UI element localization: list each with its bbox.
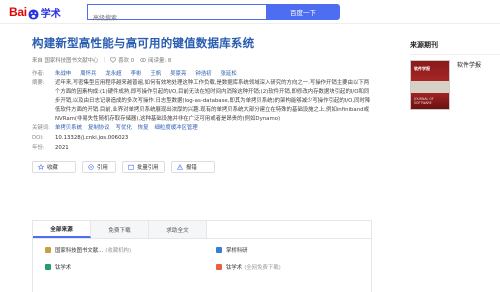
sidebar-divider xyxy=(410,54,500,55)
source-name: 掌桥科研 xyxy=(226,248,248,254)
keywords-label: 关键词: xyxy=(32,125,50,131)
author-link[interactable]: 钟浩初 xyxy=(195,71,211,77)
zhangqiao-icon xyxy=(216,247,222,253)
quote-icon xyxy=(88,164,94,170)
author-link[interactable]: 李彬 xyxy=(131,71,142,77)
doi-value: 10.13328/j.cnki.jos.006023 xyxy=(55,135,129,141)
source-item[interactable]: 钛学术 (全网免费下载) xyxy=(216,263,281,271)
action-bar: 收藏 引用 批量引用 报错 xyxy=(32,161,372,173)
paper-title[interactable]: 构建新型高性能与高可用的键值数据库系统 xyxy=(32,36,372,50)
source-item[interactable]: 国家科技图书文献... (收藏机构) xyxy=(45,246,131,254)
tab-all-sources[interactable]: 全部来源 xyxy=(33,221,91,238)
paper-meta-row: 来自 国家科技图书文献中心 | 喜欢 0 阅读量: 8 xyxy=(32,56,372,64)
keywords-row: 关键词: 单拷贝系统 复制协议 写优化 恢复 细粒度缓冲区管理 xyxy=(32,124,372,133)
cite-label: 引用 xyxy=(97,165,108,171)
download-tabs: 全部来源 免费下载 求助全文 xyxy=(33,221,371,239)
pdf-icon xyxy=(216,264,222,270)
eye-icon xyxy=(140,57,147,63)
author-link[interactable]: 朱战申 xyxy=(55,71,71,77)
warning-icon xyxy=(177,164,183,170)
search-button[interactable]: 百度一下 xyxy=(266,4,340,20)
batch-cite-label: 批量引用 xyxy=(137,165,159,171)
paper-source[interactable]: 来自 国家科技图书文献中心 xyxy=(32,56,98,64)
report-label: 报错 xyxy=(186,165,197,171)
meta-divider: | xyxy=(103,57,106,63)
heart-icon xyxy=(110,57,117,63)
tab-free-download[interactable]: 免费下载 xyxy=(91,221,149,238)
favorite-label: 收藏 xyxy=(47,165,58,171)
source-item[interactable]: 掌桥科研 xyxy=(216,246,248,254)
batch-icon xyxy=(128,164,134,170)
author-link[interactable]: 王帆 xyxy=(150,71,161,77)
search-input[interactable] xyxy=(88,11,266,26)
authors-label: 作者: xyxy=(32,71,45,77)
source-journal-sidebar: 来源期刊 软件学报 JOURNAL OF SOFTWARE 软件学报 xyxy=(410,40,500,110)
doi-row: DOI: 10.13328/j.cnki.jos.006023 xyxy=(32,134,372,143)
favorite-button[interactable]: 收藏 xyxy=(32,161,76,173)
keyword-link[interactable]: 写优化 xyxy=(116,125,132,131)
like-group[interactable]: 喜欢 0 xyxy=(110,56,134,64)
download-source-list: 国家科技图书文献... (收藏机构) 掌桥科研 钛学术 钛学术 (全网免费下载) xyxy=(33,239,371,271)
cover-title: 软件学报 xyxy=(414,66,430,71)
abstract-text: 近年来,写密集型应用程序越来越普遍,如何有效地处理这种工作负载,是数据库系统领域… xyxy=(55,80,371,122)
logo-text-bai: Bai xyxy=(9,5,27,19)
report-error-button[interactable]: 报错 xyxy=(171,161,215,173)
source-name: 国家科技图书文献... xyxy=(55,248,104,254)
author-link[interactable]: 吴豪亮 xyxy=(170,71,186,77)
read-count: 阅读量: 8 xyxy=(148,58,172,64)
sidebar-title: 来源期刊 xyxy=(410,41,438,49)
source-note: (收藏机构) xyxy=(105,248,132,254)
batch-cite-button[interactable]: 批量引用 xyxy=(122,161,165,173)
download-sources-panel: 全部来源 免费下载 求助全文 国家科技图书文献... (收藏机构) 掌桥科研 钛… xyxy=(32,220,372,292)
keyword-link[interactable]: 细粒度缓冲区管理 xyxy=(155,125,198,131)
keyword-link[interactable]: 恢复 xyxy=(138,125,149,131)
journal-name-link[interactable]: 软件学报 xyxy=(457,60,481,69)
journal-cover-image[interactable]: 软件学报 JOURNAL OF SOFTWARE xyxy=(410,60,450,110)
keyword-link[interactable]: 复制协议 xyxy=(88,125,110,131)
cover-band xyxy=(411,81,449,93)
paper-detail: 构建新型高性能与高可用的键值数据库系统 来自 国家科技图书文献中心 | 喜欢 0… xyxy=(32,36,372,173)
keyword-link[interactable]: 单拷贝系统 xyxy=(55,125,82,131)
read-group: 阅读量: 8 xyxy=(140,56,171,64)
source-note: (全网免费下载) xyxy=(244,265,281,271)
abstract-row: 摘要: 近年来,写密集型应用程序越来越普遍,如何有效地处理这种工作负载,是数据库… xyxy=(32,79,372,124)
year-row: 年份: 2021 xyxy=(32,144,372,153)
cite-button[interactable]: 引用 xyxy=(82,161,116,173)
like-count: 喜欢 0 xyxy=(118,58,135,64)
nstl-icon xyxy=(45,247,51,253)
doi-label: DOI: xyxy=(32,135,44,141)
source-name: 钛学术 xyxy=(226,265,243,271)
top-header: Bai 学术 百度一下 xyxy=(0,0,500,26)
author-link[interactable]: 周怀兵 xyxy=(80,71,96,77)
source-item[interactable]: 钛学术 xyxy=(45,263,71,271)
year-value: 2021 xyxy=(55,145,69,151)
abstract-label: 摘要: xyxy=(32,80,45,86)
taixueshu-icon xyxy=(45,264,51,270)
logo-text-xueshu: 学术 xyxy=(40,8,61,20)
authors-row: 作者: 朱战申 周怀兵 龙永超 李彬 王帆 吴豪亮 钟浩初 张延松 xyxy=(32,70,372,79)
star-icon xyxy=(37,163,45,170)
search-box xyxy=(87,4,266,26)
source-name: 钛学术 xyxy=(55,265,72,271)
author-link[interactable]: 张延松 xyxy=(221,71,237,77)
author-link[interactable]: 龙永超 xyxy=(105,71,121,77)
paw-logo-icon xyxy=(28,7,39,20)
tab-request-fulltext[interactable]: 求助全文 xyxy=(149,221,207,238)
cover-footer: JOURNAL OF SOFTWARE xyxy=(414,97,434,105)
baidu-xueshu-logo[interactable]: Bai 学术 xyxy=(9,4,61,20)
year-label: 年份: xyxy=(32,145,45,151)
keywords-list: 单拷贝系统 复制协议 写优化 恢复 细粒度缓冲区管理 xyxy=(55,124,372,133)
authors-list: 朱战申 周怀兵 龙永超 李彬 王帆 吴豪亮 钟浩初 张延松 xyxy=(55,70,372,79)
